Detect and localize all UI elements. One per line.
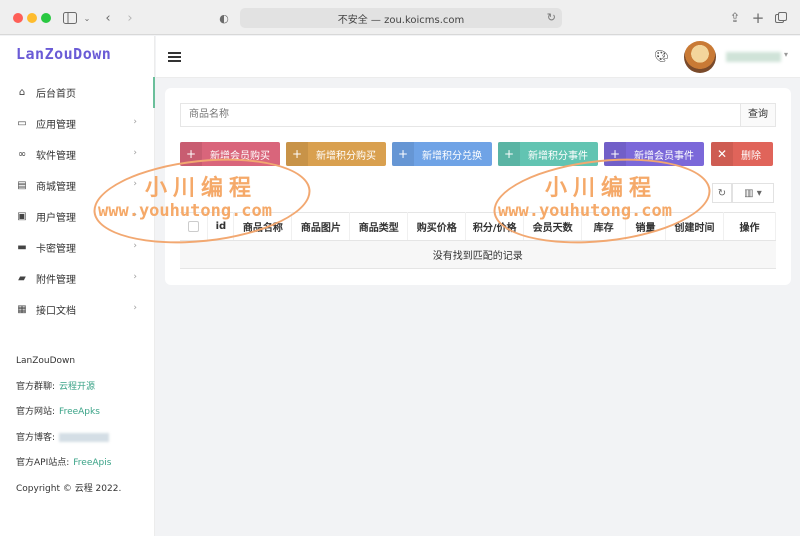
archive-icon: ▦ bbox=[17, 304, 27, 315]
column-header[interactable]: 商品类型 bbox=[349, 212, 409, 241]
new-tab-icon[interactable]: + bbox=[751, 9, 765, 27]
plus-icon: + bbox=[392, 142, 414, 166]
watermark-title-right: 小川编程 bbox=[545, 176, 658, 201]
minimize-window-button[interactable] bbox=[27, 13, 37, 23]
software-icon: ∞ bbox=[17, 149, 27, 160]
privacy-shield-icon[interactable]: ◐ bbox=[218, 9, 230, 27]
sidebar-item-label: 附件管理 bbox=[36, 275, 76, 286]
columns-toggle-icon[interactable]: ▥ ▾ bbox=[732, 183, 774, 203]
sidebar: LanZouDown ⌂ 后台首页 ▭ 应用管理 › ∞ 软件管理 › ▤ 商城… bbox=[0, 36, 155, 536]
user-card-icon: ▣ bbox=[17, 211, 27, 222]
blog-label: 官方博客: bbox=[16, 432, 56, 443]
search-input[interactable]: 商品名称 bbox=[180, 103, 740, 127]
chevron-right-icon: › bbox=[133, 303, 137, 313]
zoom-window-button[interactable] bbox=[41, 13, 51, 23]
watermark-title-left: 小川编程 bbox=[145, 176, 258, 201]
username-redacted[interactable] bbox=[726, 52, 781, 62]
site-name: LanZouDown bbox=[16, 356, 76, 366]
add-points-purchase-button[interactable]: + 新增积分购买 bbox=[286, 142, 386, 166]
website-label: 官方网站: bbox=[16, 407, 56, 417]
laptop-icon: ▭ bbox=[17, 118, 27, 129]
sidebar-toggle-icon[interactable] bbox=[62, 9, 78, 27]
api-label: 官方API站点: bbox=[16, 458, 70, 468]
table-row: 没有找到匹配的记录 bbox=[180, 240, 776, 269]
group-link[interactable]: 云程开源 bbox=[59, 382, 95, 392]
group-label: 官方群聊: bbox=[16, 381, 56, 392]
column-header[interactable]: 商品图片 bbox=[291, 212, 351, 241]
credit-card-icon: ▬ bbox=[17, 242, 27, 253]
tab-overview-icon[interactable] bbox=[774, 9, 788, 27]
browser-toolbar: ⌄ ‹ › ◐ 不安全 — zou.koicms.com ↻ ⇪ + bbox=[0, 0, 800, 35]
add-points-exchange-button[interactable]: + 新增积分兑换 bbox=[392, 142, 492, 166]
sidebar-item-software[interactable]: ∞ 软件管理 › bbox=[0, 139, 155, 170]
home-icon: ⌂ bbox=[18, 87, 26, 98]
search-button[interactable]: 查询 bbox=[740, 103, 776, 127]
address-text: 不安全 — zou.koicms.com bbox=[337, 14, 465, 26]
blog-info: 官方博客: bbox=[16, 431, 151, 457]
menu-toggle-icon[interactable] bbox=[168, 52, 181, 62]
close-icon: ✕ bbox=[711, 142, 733, 166]
site-info: LanZouDown 官方群聊: 云程开源 官方网站: FreeApks 官方博客:… bbox=[16, 354, 151, 507]
reload-icon[interactable]: ↻ bbox=[547, 11, 556, 24]
palette-icon[interactable]: 🎨︎ bbox=[654, 49, 669, 63]
sidebar-item-label: 卡密管理 bbox=[36, 244, 76, 255]
chevron-right-icon: › bbox=[133, 148, 137, 158]
website-link[interactable]: FreeApks bbox=[59, 407, 100, 417]
plus-icon: + bbox=[498, 142, 520, 166]
sidebar-item-api-docs[interactable]: ▦ 接口文档 › bbox=[0, 294, 155, 325]
column-header[interactable]: 购买价格 bbox=[407, 212, 467, 241]
sidebar-item-dashboard[interactable]: ⌂ 后台首页 bbox=[0, 77, 155, 108]
avatar[interactable] bbox=[684, 41, 716, 73]
sidebar-item-apps[interactable]: ▭ 应用管理 › bbox=[0, 108, 155, 139]
store-icon: ▤ bbox=[17, 180, 27, 191]
plus-icon: + bbox=[286, 142, 308, 166]
watermark-url-left: www.youhutong.com bbox=[98, 201, 272, 221]
chevron-right-icon: › bbox=[133, 117, 137, 127]
back-icon[interactable]: ‹ bbox=[102, 9, 114, 27]
api-link[interactable]: FreeApis bbox=[73, 458, 111, 468]
delete-button[interactable]: ✕ 删除 bbox=[711, 142, 773, 166]
sidebar-item-label: 软件管理 bbox=[36, 151, 76, 162]
sidebar-item-label: 用户管理 bbox=[36, 213, 76, 224]
share-icon[interactable]: ⇪ bbox=[728, 9, 742, 27]
sidebar-item-label: 应用管理 bbox=[36, 120, 76, 131]
sidebar-item-label: 商城管理 bbox=[36, 182, 76, 193]
website-info: 官方网站: FreeApks bbox=[16, 405, 151, 431]
group-info: 官方群聊: 云程开源 bbox=[16, 380, 151, 406]
chevron-right-icon: › bbox=[133, 241, 137, 251]
blog-link-redacted[interactable] bbox=[59, 432, 110, 442]
watermark-url-right: www.youhutong.com bbox=[498, 201, 672, 221]
chevron-right-icon: › bbox=[133, 272, 137, 282]
empty-message: 没有找到匹配的记录 bbox=[180, 240, 776, 269]
api-info: 官方API站点: FreeApis bbox=[16, 456, 151, 482]
sidebar-item-label: 接口文档 bbox=[36, 306, 76, 317]
sidebar-item-attachments[interactable]: ▰ 附件管理 › bbox=[0, 263, 155, 294]
close-window-button[interactable] bbox=[13, 13, 23, 23]
app-logo[interactable]: LanZouDown bbox=[16, 45, 111, 67]
folder-icon: ▰ bbox=[18, 273, 26, 284]
forward-icon[interactable]: › bbox=[124, 9, 136, 27]
caret-down-icon[interactable]: ▾ bbox=[784, 50, 788, 59]
address-bar[interactable]: 不安全 — zou.koicms.com ↻ bbox=[240, 8, 562, 28]
column-header: 操作 bbox=[723, 212, 777, 241]
sidebar-item-label: 后台首页 bbox=[36, 89, 76, 100]
chevron-down-icon[interactable]: ⌄ bbox=[82, 9, 92, 27]
top-header: 🎨︎ ▾ bbox=[156, 36, 800, 78]
copyright: Copyright © 云程 2022. bbox=[16, 483, 122, 494]
refresh-icon[interactable]: ↻ bbox=[712, 183, 732, 203]
